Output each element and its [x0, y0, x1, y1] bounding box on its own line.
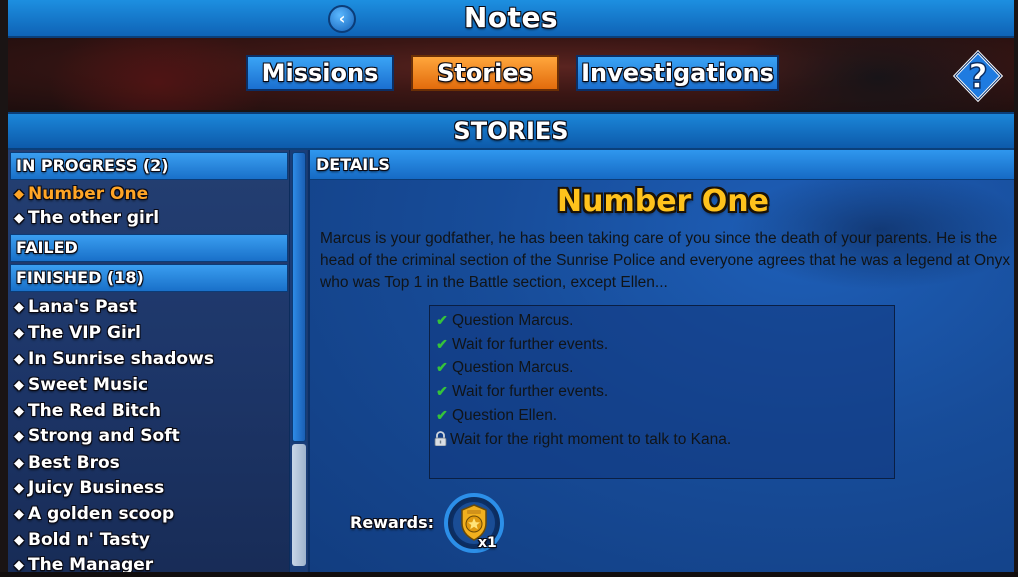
diamond-icon: ◆	[14, 481, 24, 496]
story-item-label: The VIP Girl	[28, 323, 141, 343]
story-item[interactable]: ◆ The Manager	[14, 554, 153, 572]
objective-item: Wait for the right moment to talk to Kan…	[434, 428, 890, 452]
category-in-progress[interactable]: IN PROGRESS (2)	[10, 152, 288, 180]
diamond-icon: ◆	[14, 300, 24, 315]
objective-text: Question Marcus.	[452, 359, 574, 377]
story-item-label: Strong and Soft	[28, 426, 180, 446]
check-icon: ✔	[436, 359, 448, 376]
diamond-icon: ◆	[14, 456, 24, 471]
svg-text:?: ?	[968, 57, 988, 97]
tab-stories[interactable]: Stories	[411, 55, 559, 91]
story-item[interactable]: ◆ Strong and Soft	[14, 425, 180, 448]
objective-item: ✔ Wait for further events.	[434, 380, 890, 404]
section-title: STORIES	[8, 112, 1014, 150]
story-item[interactable]: ◆ The VIP Girl	[14, 322, 141, 345]
question-mark-icon[interactable]: ?	[953, 50, 1003, 102]
story-item-label: The other girl	[28, 208, 160, 228]
objective-item: ✔ Question Marcus.	[434, 309, 890, 333]
story-item[interactable]: ◆ Best Bros	[14, 452, 120, 475]
story-item[interactable]: ◆ The Red Bitch	[14, 400, 161, 423]
objective-item: ✔ Question Ellen.	[434, 404, 890, 428]
scroll-track[interactable]	[292, 444, 306, 566]
reward-quantity: x1	[478, 535, 497, 551]
check-icon: ✔	[436, 312, 448, 328]
check-icon: ✔	[436, 335, 448, 352]
story-title: Number One	[557, 184, 769, 219]
diamond-icon: ◆	[14, 352, 24, 367]
story-item-label: A golden scoop	[28, 504, 175, 524]
check-icon: ✔	[436, 383, 448, 400]
details-header: DETAILS	[310, 150, 1014, 180]
story-item[interactable]: ◆ Sweet Music	[14, 374, 148, 397]
hero-banner: Missions Stories Investigations ?	[8, 38, 1014, 110]
story-list-panel: IN PROGRESS (2) ◆ Number One ◆ The other g…	[8, 150, 308, 572]
story-item[interactable]: ◆ Juicy Business	[14, 477, 164, 500]
frame-border	[0, 572, 1018, 577]
story-item-label: Best Bros	[28, 453, 120, 473]
story-item[interactable]: ◆ A golden scoop	[14, 503, 174, 526]
background-art	[48, 38, 268, 110]
diamond-icon: ◆	[14, 326, 24, 341]
diamond-icon: ◆	[14, 404, 24, 419]
diamond-icon: ◆	[14, 533, 24, 548]
story-item-number-one[interactable]: ◆ Number One	[14, 183, 148, 206]
category-finished[interactable]: FINISHED (18)	[10, 264, 288, 292]
objectives-list: ✔ Question Marcus. ✔ Wait for further even…	[429, 305, 895, 479]
objective-item: ✔ Question Marcus.	[434, 356, 890, 380]
scrollbar[interactable]	[289, 150, 307, 572]
rewards-label: Rewards:	[350, 513, 435, 532]
story-item[interactable]: ◆ Lana's Past	[14, 296, 137, 319]
diamond-icon: ◆	[14, 429, 24, 444]
story-item-the-other-girl[interactable]: ◆ The other girl	[14, 207, 159, 230]
story-description: Marcus is your godfather, he has been ta…	[320, 230, 1011, 291]
objective-text: Wait for further events.	[452, 335, 609, 353]
diamond-icon: ◆	[14, 378, 24, 393]
story-item-label: Bold n' Tasty	[28, 530, 150, 550]
diamond-icon: ◆	[14, 187, 24, 202]
top-bar: ‹ Notes	[8, 0, 1014, 38]
objective-text: Wait for further events.	[452, 383, 609, 401]
details-panel: DETAILS Number One Marcus is your godfat…	[308, 150, 1014, 572]
story-item-label: The Red Bitch	[28, 401, 161, 421]
scroll-thumb[interactable]	[292, 152, 306, 442]
tab-investigations[interactable]: Investigations	[576, 55, 779, 91]
objective-text: Wait for the right moment to talk to Kan…	[450, 430, 732, 448]
diamond-icon: ◆	[14, 507, 24, 522]
objective-text: Question Ellen.	[452, 406, 558, 424]
lock-icon	[434, 430, 447, 446]
objective-text: Question Marcus.	[452, 312, 574, 329]
diamond-icon: ◆	[14, 558, 24, 572]
story-item-label: Number One	[28, 184, 149, 204]
story-item-label: The Manager	[28, 555, 154, 572]
story-item-label: Juicy Business	[28, 478, 165, 498]
diamond-icon: ◆	[14, 211, 24, 226]
story-item-label: Lana's Past	[28, 297, 137, 317]
objective-item: ✔ Wait for further events.	[434, 333, 890, 357]
screen-title: Notes	[463, 1, 559, 34]
story-item-label: Sweet Music	[28, 375, 149, 395]
category-failed[interactable]: FAILED	[10, 234, 288, 262]
story-item[interactable]: ◆ In Sunrise shadows	[14, 348, 214, 371]
story-item[interactable]: ◆ Bold n' Tasty	[14, 529, 150, 552]
tab-missions[interactable]: Missions	[246, 55, 394, 91]
story-item-label: In Sunrise shadows	[28, 349, 214, 369]
check-icon: ✔	[436, 406, 448, 423]
